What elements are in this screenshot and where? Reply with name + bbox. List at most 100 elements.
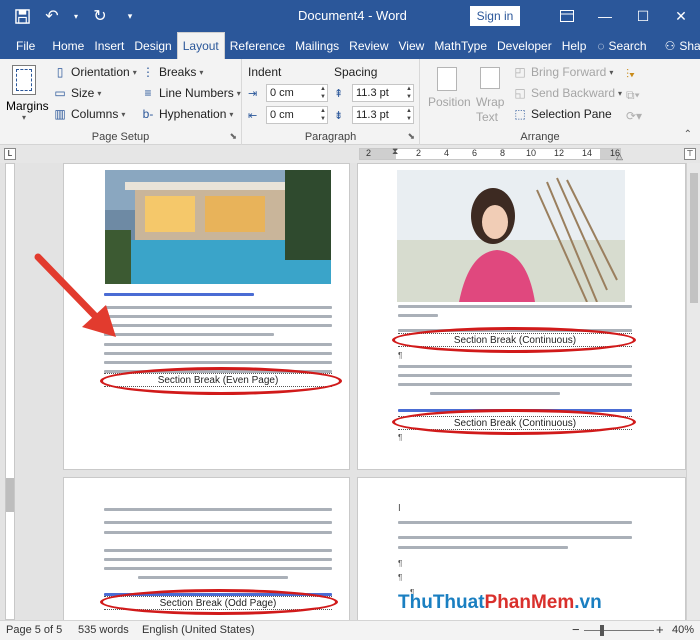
columns-caret-icon: ▾	[121, 109, 126, 119]
red-arrow-icon	[34, 253, 116, 337]
send-backward-icon: ◱	[514, 86, 526, 100]
tell-me-label: Search	[608, 38, 647, 53]
position-button[interactable]: Position	[426, 65, 471, 121]
page-setup-label: Page Setup	[91, 131, 150, 143]
text-line	[104, 352, 332, 355]
spacing-before-input[interactable]: 11.3 pt ▲ ▼	[352, 84, 414, 102]
selection-pane-button[interactable]: ⬚ Selection Pane	[512, 107, 612, 121]
orientation-button[interactable]: ▯ Orientation ▾	[52, 65, 137, 79]
group-icon[interactable]: ⧉▾	[626, 88, 640, 103]
tab-file[interactable]: File	[0, 32, 47, 59]
tab-help[interactable]: Help	[557, 32, 592, 59]
indent-left-spinner-icon[interactable]: ▲ ▼	[320, 85, 326, 101]
tab-home[interactable]: Home	[47, 32, 89, 59]
word-count[interactable]: 535 words	[78, 624, 129, 636]
page-setup-launcher-icon[interactable]: ⬊	[229, 131, 237, 142]
spacing-before-spinner-icon[interactable]: ▲ ▼	[406, 85, 412, 101]
save-icon[interactable]	[12, 6, 32, 26]
send-backward-button[interactable]: ◱ Send Backward ▾	[512, 86, 622, 100]
tab-review[interactable]: Review	[344, 32, 393, 59]
ribbon-display-icon[interactable]	[548, 0, 586, 32]
collapse-ribbon-icon[interactable]: ⌃	[684, 129, 692, 140]
rotate-icon[interactable]: ⟳▾	[626, 109, 642, 123]
wrap-text-button[interactable]: Wrap Text	[474, 65, 508, 125]
pilcrow-icon: ¶	[398, 559, 403, 568]
tab-mailings[interactable]: Mailings	[290, 32, 344, 59]
text-line	[104, 521, 332, 524]
watermark-part2: PhanMem	[484, 592, 575, 613]
text-line	[398, 383, 632, 386]
horizontal-ruler-area: L 2 2 4 6 8 10 12 14 16 ⧗ △ ⊤	[0, 145, 700, 163]
tab-selector-icon[interactable]: L	[4, 148, 16, 160]
wrap-text-icon	[480, 67, 500, 89]
tab-view[interactable]: View	[394, 32, 430, 59]
indent-right-input[interactable]: 0 cm ▲ ▼	[266, 106, 328, 124]
selection-pane-label: Selection Pane	[531, 107, 612, 121]
hyphenation-icon: b‑	[142, 107, 154, 121]
spacing-after-value: 11.3 pt	[356, 109, 389, 121]
paragraph-launcher-icon[interactable]: ⬊	[407, 131, 415, 142]
text-line	[104, 361, 332, 364]
zoom-slider-knob[interactable]	[600, 625, 604, 636]
share-button[interactable]: ⚇ Share	[653, 32, 700, 59]
line-numbers-button[interactable]: ≡ Line Numbers ▾	[140, 86, 240, 100]
tab-developer[interactable]: Developer	[492, 32, 557, 59]
zoom-slider[interactable]	[584, 630, 654, 631]
spacing-after-input[interactable]: 11.3 pt ▲ ▼	[352, 106, 414, 124]
right-indent-marker-icon[interactable]: △	[616, 151, 623, 162]
breaks-button[interactable]: ⋮ Breaks ▾	[140, 65, 203, 79]
spacing-after-icon: ⇟	[334, 110, 344, 122]
undo-icon[interactable]: ↶	[42, 6, 62, 26]
tab-design[interactable]: Design	[129, 32, 176, 59]
indent-left-icon: ⇥	[248, 88, 258, 100]
zoom-in-button[interactable]: +	[656, 622, 664, 637]
indent-marker-icon[interactable]: ⧗	[392, 146, 398, 157]
page-count[interactable]: Page 5 of 5	[6, 624, 62, 636]
text-line	[430, 392, 560, 395]
spacing-after-spinner-icon[interactable]: ▲ ▼	[406, 107, 412, 123]
hyphenation-button[interactable]: b‑ Hyphenation ▾	[140, 107, 234, 121]
size-button[interactable]: ▭ Size ▾	[52, 86, 101, 100]
language-indicator[interactable]: English (United States)	[142, 624, 255, 636]
customize-icon[interactable]: ▾	[120, 6, 140, 26]
columns-icon: ▥	[54, 107, 66, 121]
tab-mathtype[interactable]: MathType	[429, 32, 492, 59]
tab-references[interactable]: Reference	[225, 32, 290, 59]
indent-right-spinner-icon[interactable]: ▲ ▼	[320, 107, 326, 123]
document-area[interactable]: Section Break (Even Page) ¶ ¶ Section Br…	[0, 163, 686, 620]
send-backward-label: Send Backward	[531, 86, 616, 100]
pilcrow-icon: ¶	[398, 351, 403, 360]
maximize-icon[interactable]: ☐	[624, 0, 662, 32]
undo-dropdown-icon[interactable]: ▾	[72, 6, 80, 26]
vertical-scrollbar[interactable]	[686, 163, 700, 620]
person-icon: ⚇	[664, 38, 676, 53]
house-photo	[105, 170, 331, 284]
align-icon[interactable]: ⫶▾	[626, 67, 635, 82]
text-line	[398, 546, 568, 549]
columns-button[interactable]: ▥ Columns ▾	[52, 107, 125, 121]
close-icon[interactable]: ✕	[662, 0, 700, 32]
spacing-before-value: 11.3 pt	[356, 87, 389, 99]
redo-icon[interactable]: ↻	[90, 6, 110, 26]
tab-insert[interactable]: Insert	[89, 32, 129, 59]
text-line	[138, 576, 288, 579]
indent-left-input[interactable]: 0 cm ▲ ▼	[266, 84, 328, 102]
scrollbar-thumb[interactable]	[690, 173, 698, 303]
margins-button[interactable]: Margins ▾	[4, 63, 49, 123]
vertical-ruler[interactable]	[0, 163, 18, 620]
status-bar: Page 5 of 5 535 words English (United St…	[0, 620, 700, 640]
sign-in-button[interactable]: Sign in	[470, 6, 520, 26]
ruler-tick: 12	[554, 148, 565, 158]
ruler-toggle-icon[interactable]: ⊤	[684, 148, 696, 160]
zoom-level[interactable]: 40%	[672, 624, 694, 636]
horizontal-ruler[interactable]: 2 2 4 6 8 10 12 14 16 ⧗ △	[359, 146, 623, 162]
zoom-out-button[interactable]: −	[572, 622, 580, 637]
tab-layout[interactable]: Layout	[176, 32, 225, 59]
hyphenation-caret-icon: ▾	[229, 109, 234, 119]
minimize-icon[interactable]: —	[586, 0, 624, 32]
breaks-caret-icon: ▾	[199, 67, 204, 77]
wrap-text-label-2: Text	[476, 110, 499, 124]
bring-forward-button[interactable]: ◰ Bring Forward ▾	[512, 65, 613, 79]
text-line	[104, 558, 332, 561]
tell-me-box[interactable]: ◌ Search	[591, 32, 652, 59]
